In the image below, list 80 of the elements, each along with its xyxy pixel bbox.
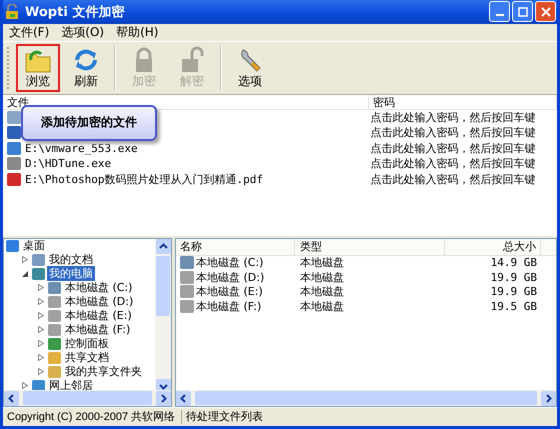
table-cell-text: 19.9 GB (490, 285, 538, 298)
column-header[interactable]: 名称 (176, 238, 295, 255)
status-text: Copyright (C) 2000-2007 共软网络 (3, 410, 182, 424)
column-header[interactable]: 总大小 (445, 238, 541, 255)
column-header[interactable]: 类型 (295, 238, 445, 255)
menu-item[interactable]: 选项(O) (61, 24, 104, 41)
column-header[interactable]: 密码 (369, 94, 557, 109)
drive-name[interactable]: 本地磁盘 (E:) (196, 284, 263, 300)
minimize-button[interactable] (489, 1, 510, 22)
status-text: 待处理文件列表 (185, 410, 264, 424)
password-field[interactable]: 点击此处输入密码，然后按回车键 (366, 156, 557, 172)
close-button[interactable] (535, 1, 556, 22)
tree-item[interactable]: 本地磁盘 (D:) (63, 294, 136, 310)
window-title: Wopti 文件加密 (25, 4, 124, 21)
file-icon (7, 157, 21, 170)
file-path: D:\HDTune.exe (25, 157, 112, 170)
table-cell-text: 19.9 GB (490, 270, 538, 284)
menu-item[interactable]: 帮助(H) (116, 24, 158, 41)
tree-item[interactable]: 本地磁盘 (C:) (63, 280, 134, 296)
table-cell-text: 本地磁盘 (299, 284, 345, 300)
scroll-left-button[interactable] (176, 390, 191, 406)
folder-icon (48, 324, 61, 336)
folder-icon (32, 268, 45, 280)
password-field[interactable]: 点击此处输入密码，然后按回车键 (366, 172, 557, 187)
table-cell-text: 14.9 GB (490, 256, 538, 270)
tree-item[interactable]: 我的共享文件夹 (63, 364, 144, 380)
tree-item[interactable]: 共享文档 (63, 350, 111, 366)
scroll-right-button[interactable] (541, 390, 556, 406)
tree-item[interactable]: 网上邻居 (47, 378, 95, 393)
folder-icon (32, 254, 45, 266)
horizontal-scrollbar[interactable] (176, 390, 556, 406)
menu-item[interactable]: 文件(F) (9, 24, 50, 41)
minimize-icon (496, 14, 504, 16)
tree-item[interactable]: 桌面 (21, 238, 47, 254)
drive-name[interactable]: 本地磁盘 (F:) (196, 298, 262, 314)
file-icon (7, 172, 21, 186)
drive-icon (180, 256, 194, 270)
folder-icon (48, 296, 61, 308)
file-path: E:\Photoshop数码照片处理从入门到精通.pdf (25, 172, 263, 187)
folder-icon (6, 240, 19, 252)
maximize-icon (518, 6, 528, 17)
drive-icon (180, 270, 194, 284)
folder-icon (48, 352, 61, 364)
password-field[interactable]: 点击此处输入密码，然后按回车键 (366, 125, 557, 140)
password-field[interactable]: 点击此处输入密码，然后按回车键 (366, 140, 557, 156)
file-icon (7, 126, 21, 140)
file-path: E:\vmware_553.exe (25, 142, 138, 155)
toolbar-button[interactable]: 浏览 (16, 44, 60, 92)
expander-icon[interactable] (22, 270, 28, 278)
scroll-right-button[interactable] (156, 390, 171, 406)
close-icon (540, 6, 550, 17)
file-icon (7, 142, 21, 155)
tree-item[interactable]: 本地磁盘 (F:) (63, 322, 132, 338)
table-cell-text: 本地磁盘 (299, 270, 345, 285)
tree-item[interactable]: 控制面板 (63, 336, 111, 352)
folder-icon (32, 380, 45, 392)
toolbar-button[interactable]: 选项 (228, 44, 272, 92)
password-field[interactable]: 点击此处输入密码，然后按回车键 (366, 110, 557, 125)
padlock-icon (4, 4, 20, 20)
drive-icon (180, 285, 194, 298)
folder-icon (48, 366, 61, 378)
maximize-button[interactable] (512, 1, 533, 22)
scroll-up-button[interactable] (156, 238, 170, 254)
drive-icon (180, 300, 194, 313)
drive-name[interactable]: 本地磁盘 (D:) (196, 270, 264, 285)
table-cell-text: 19.5 GB (490, 300, 538, 313)
tree-item[interactable]: 我的电脑 (47, 266, 95, 282)
table-cell-text: 本地磁盘 (299, 298, 345, 314)
table-cell-text: 本地磁盘 (299, 255, 345, 270)
tooltip-text: 添加待加密的文件 (41, 114, 137, 132)
toolbar-button[interactable]: 刷新 (64, 44, 108, 92)
drive-name[interactable]: 本地磁盘 (C:) (196, 255, 264, 270)
folder-icon (48, 310, 61, 322)
tree-item[interactable]: 本地磁盘 (E:) (63, 308, 134, 324)
scroll-left-button[interactable] (4, 390, 19, 406)
folder-icon (48, 338, 61, 350)
tree-item[interactable]: 我的文档 (47, 252, 95, 268)
file-icon (7, 110, 21, 124)
horizontal-scrollbar[interactable] (4, 390, 171, 406)
folder-icon (48, 282, 61, 294)
